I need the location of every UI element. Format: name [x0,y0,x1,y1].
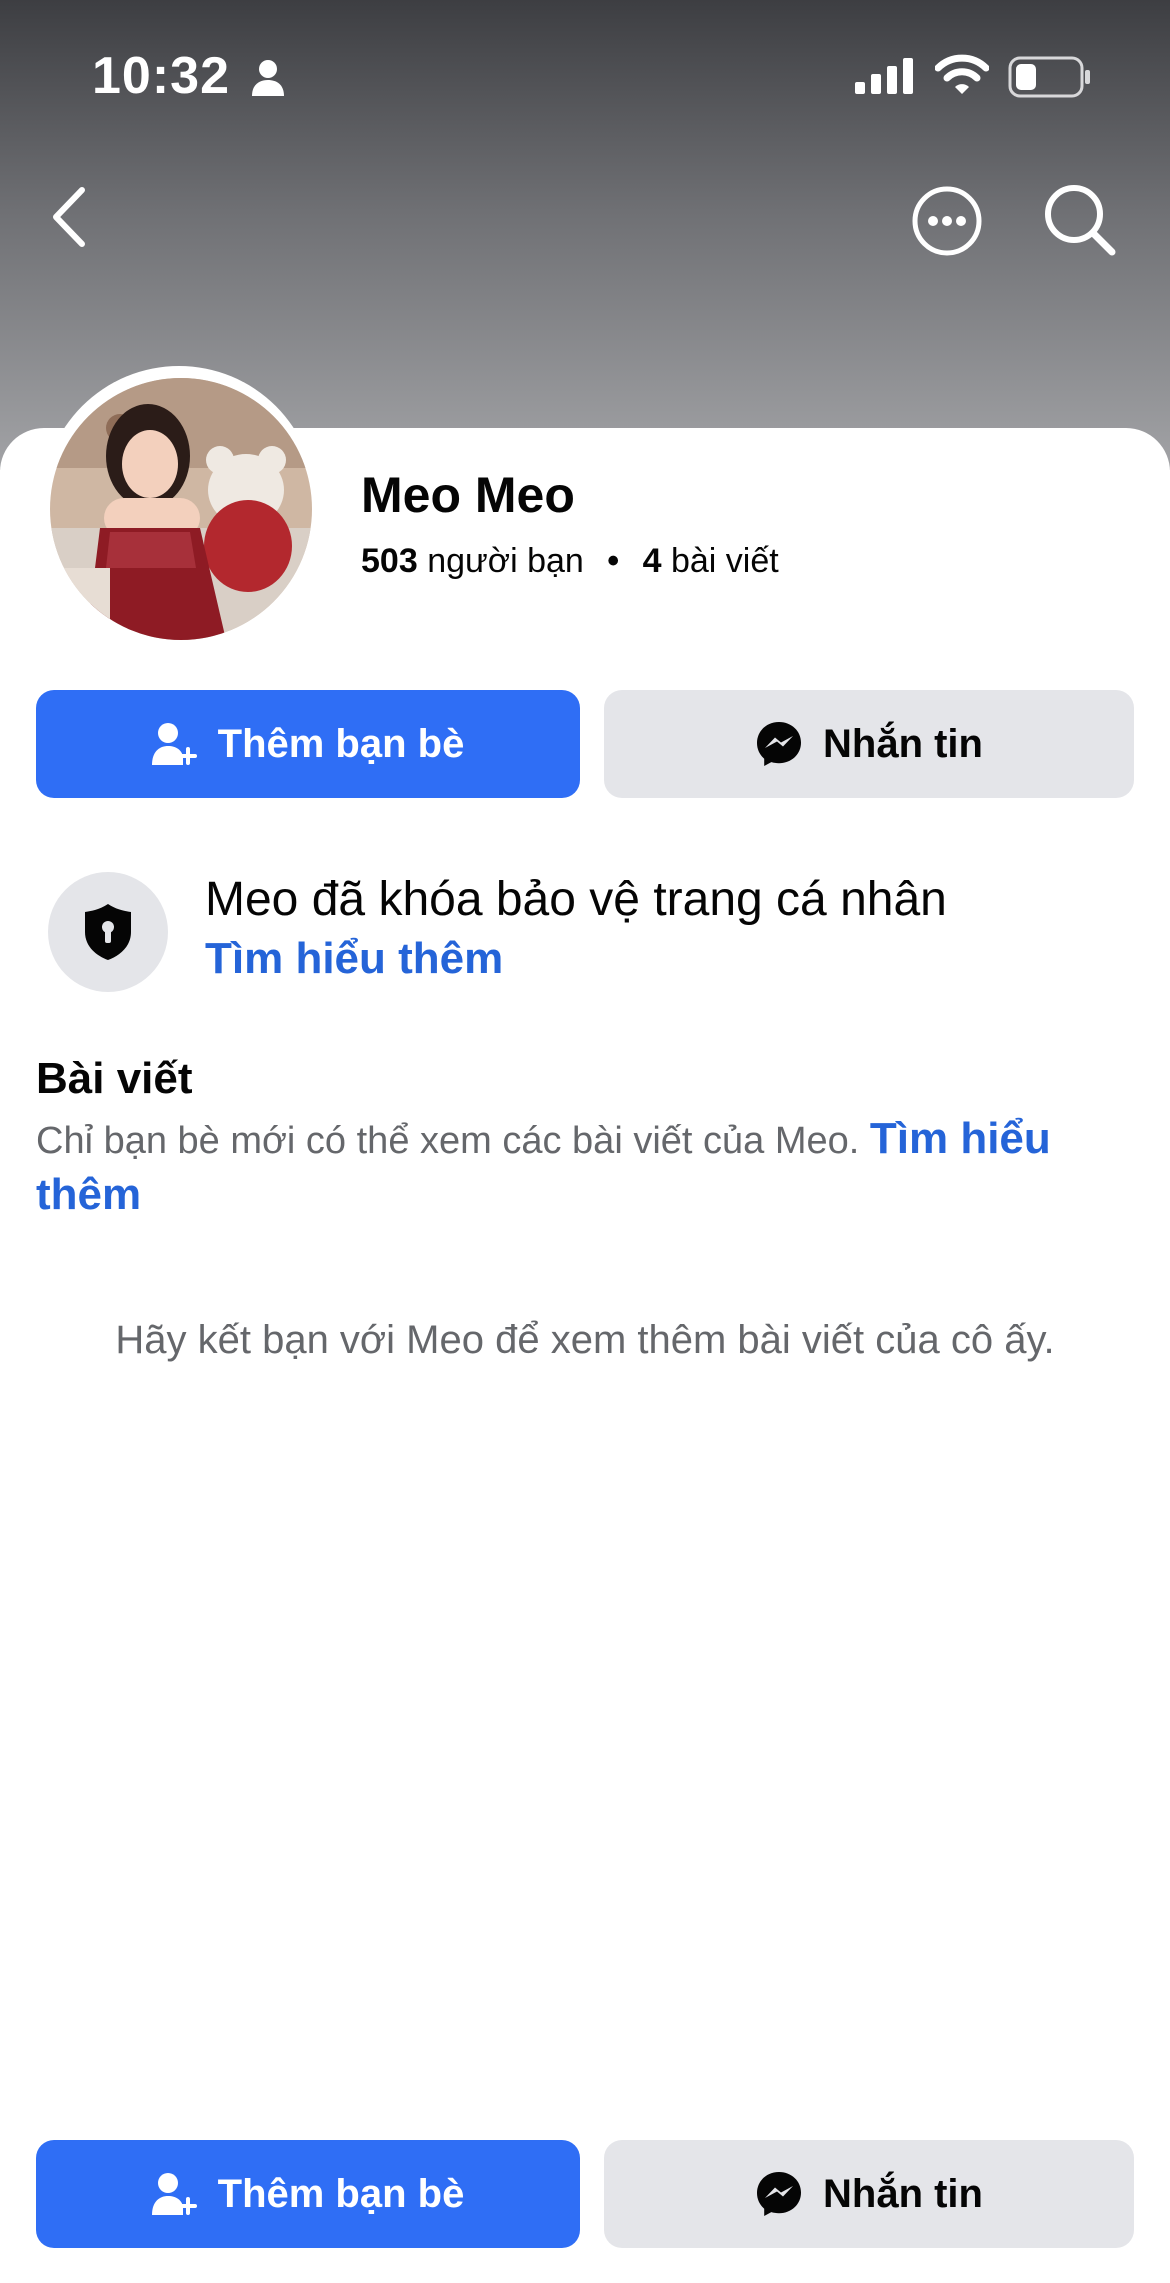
messenger-icon [757,2172,801,2216]
shield-lock-icon [85,904,131,960]
message-button-bottom[interactable]: Nhắn tin [604,2140,1134,2248]
search-icon [1045,185,1116,256]
more-options-button[interactable] [910,184,984,258]
back-button[interactable] [46,182,96,252]
add-friend-button-bottom[interactable]: Thêm bạn bè [36,2140,580,2248]
add-friend-icon [151,2173,197,2215]
messenger-icon [757,722,801,766]
status-bar: 10:32 [0,0,1170,150]
message-label-bottom: Nhắn tin [823,2171,983,2216]
cellular-signal-icon [855,56,915,101]
posts-label: bài viết [670,542,779,580]
friends-link[interactable]: 503 người bạn [361,542,584,580]
chevron-left-icon [53,187,85,247]
wifi-icon [934,54,990,101]
friends-count: 503 [361,542,418,580]
empty-posts-message: Hãy kết bạn với Meo để xem thêm bài viết… [115,1318,1055,1362]
add-friend-label: Thêm bạn bè [217,721,465,766]
lock-notice-title: Meo đã khóa bảo vệ trang cá nhân [205,873,947,926]
posts-description-text: Chỉ bạn bè mới có thể xem các bài viết c… [36,1120,860,1162]
add-friend-label-bottom: Thêm bạn bè [217,2171,465,2216]
add-friend-icon [151,723,197,765]
profile-name: Meo Meo [361,467,575,523]
status-time: 10:32 [92,47,230,105]
avatar[interactable] [50,378,312,640]
posts-description: Chỉ bạn bè mới có thể xem các bài viết c… [36,1112,1116,1224]
stats-separator: • [607,542,620,580]
message-button[interactable]: Nhắn tin [604,690,1134,798]
search-button[interactable] [1042,182,1118,258]
posts-heading: Bài viết [36,1054,193,1103]
message-label: Nhắn tin [823,721,983,766]
add-friend-button[interactable]: Thêm bạn bè [36,690,580,798]
more-options-icon [912,186,982,256]
lock-notice-badge [48,872,168,992]
lock-learn-more-link[interactable]: Tìm hiểu thêm [205,934,503,984]
profile-stats: 503 người bạn • 4 bài viết [361,542,779,581]
battery-icon [1008,56,1092,103]
posts-count-link[interactable]: 4 bài viết [643,542,779,580]
person-icon [250,58,286,103]
posts-count: 4 [642,542,662,580]
friends-label: người bạn [427,542,584,580]
